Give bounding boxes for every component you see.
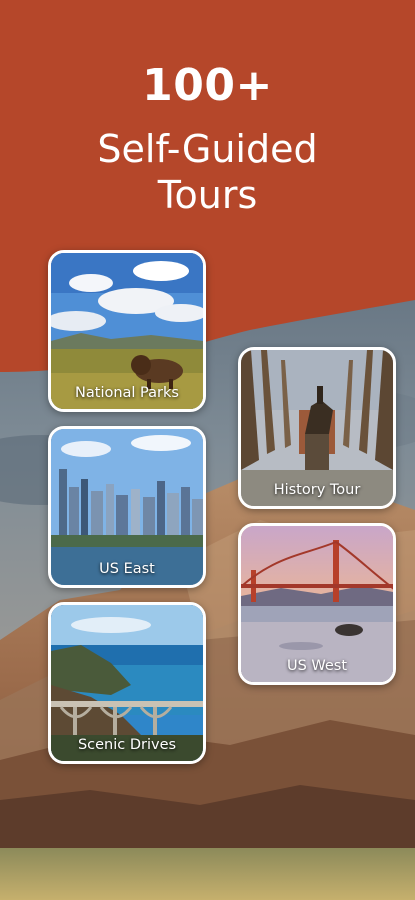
tour-count: 100+	[142, 60, 273, 111]
tour-card-history-tour[interactable]: History Tour	[238, 347, 396, 509]
subtitle-line-2: Tours	[157, 173, 258, 217]
tour-card-label: US West	[286, 658, 348, 674]
tour-card-us-east[interactable]: US East	[48, 426, 206, 588]
hero-headline: 100+ Self-Guided Tours	[0, 54, 415, 218]
subtitle-line-1: Self-Guided	[97, 127, 318, 171]
tour-card-label: History Tour	[273, 482, 361, 498]
tour-card-label: Scenic Drives	[77, 737, 177, 753]
tour-card-label: National Parks	[75, 385, 179, 401]
promo-screen: 100+ Self-Guided Tours National Parks US…	[0, 0, 415, 900]
tour-card-label: US East	[99, 561, 155, 577]
tour-card-scenic-drives[interactable]: Scenic Drives	[48, 602, 206, 764]
tour-card-us-west[interactable]: US West	[238, 523, 396, 685]
tour-card-national-parks[interactable]: National Parks	[48, 250, 206, 412]
